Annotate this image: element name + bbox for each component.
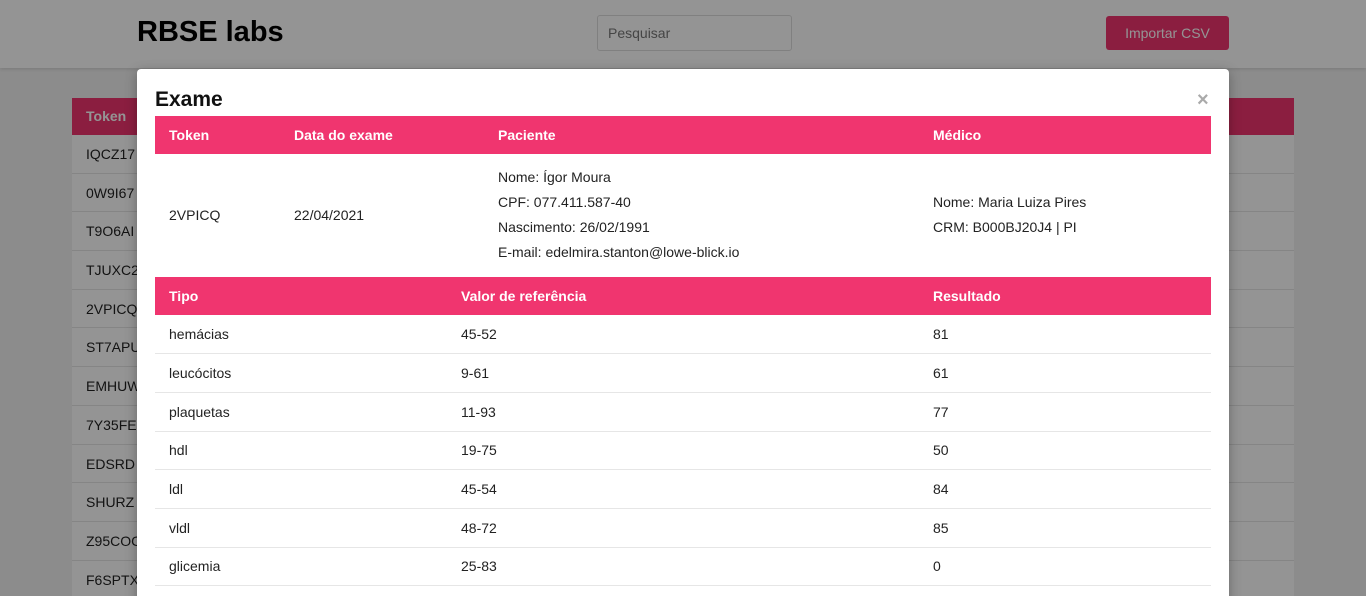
result-row: vldl 48-72 85 <box>155 508 1211 548</box>
header-type: Tipo <box>155 277 447 315</box>
result-row: plaquetas 11-93 77 <box>155 392 1211 432</box>
result-value: 0 <box>919 547 1211 587</box>
close-icon[interactable]: × <box>1197 89 1209 111</box>
results-table: Tipo Valor de referência Resultado hemác… <box>155 277 1211 587</box>
result-reference: 48-72 <box>447 508 919 548</box>
result-type: glicemia <box>155 547 447 587</box>
result-value: 50 <box>919 431 1211 471</box>
result-reference: 11-93 <box>447 392 919 432</box>
header-reference: Valor de referência <box>447 277 919 315</box>
header-token: Token <box>155 116 280 154</box>
header-date: Data do exame <box>280 116 484 154</box>
result-row: hdl 19-75 50 <box>155 431 1211 471</box>
results-body: hemácias 45-52 81 leucócitos 9-61 61 plaquetas… <box>155 315 1211 587</box>
result-type: hemácias <box>155 315 447 355</box>
patient-info: Nome: Ígor Moura CPF: 077.411.587-40 Nas… <box>484 154 919 276</box>
result-type: hdl <box>155 431 447 471</box>
header-patient: Paciente <box>484 116 919 154</box>
header-doctor: Médico <box>919 116 1211 154</box>
result-reference: 45-52 <box>447 315 919 355</box>
result-row: hemácias 45-52 81 <box>155 315 1211 355</box>
result-type: leucócitos <box>155 353 447 393</box>
result-row: leucócitos 9-61 61 <box>155 353 1211 393</box>
exam-info-row: 2VPICQ 22/04/2021 Nome: Ígor Moura CPF: … <box>155 154 1211 276</box>
doctor-info: Nome: Maria Luiza Pires CRM: B000BJ20J4 … <box>919 154 1211 276</box>
patient-name: Nome: Ígor Moura <box>498 169 611 185</box>
exam-modal: Exame × Token Data do exame Paciente Méd… <box>137 69 1229 596</box>
exam-token: 2VPICQ <box>169 207 221 223</box>
result-type: vldl <box>155 508 447 548</box>
result-type: ldl <box>155 469 447 509</box>
result-value: 61 <box>919 353 1211 393</box>
result-value: 77 <box>919 392 1211 432</box>
patient-email: E-mail: edelmira.stanton@lowe-blick.io <box>498 244 740 260</box>
doctor-crm: CRM: B000BJ20J4 | PI <box>933 219 1077 235</box>
result-reference: 19-75 <box>447 431 919 471</box>
modal-title: Exame <box>155 88 223 111</box>
result-value: 84 <box>919 469 1211 509</box>
result-value: 81 <box>919 315 1211 355</box>
result-reference: 25-83 <box>447 547 919 587</box>
result-type: plaquetas <box>155 392 447 432</box>
patient-birth: Nascimento: 26/02/1991 <box>498 219 650 235</box>
doctor-name: Nome: Maria Luiza Pires <box>933 194 1087 210</box>
result-row: ldl 45-54 84 <box>155 469 1211 509</box>
result-reference: 9-61 <box>447 353 919 393</box>
exam-date: 22/04/2021 <box>294 207 365 223</box>
result-row: glicemia 25-83 0 <box>155 547 1211 587</box>
result-value: 85 <box>919 508 1211 548</box>
result-reference: 45-54 <box>447 469 919 509</box>
patient-cpf: CPF: 077.411.587-40 <box>498 194 631 210</box>
header-result: Resultado <box>919 277 1211 315</box>
exam-info-table: Token Data do exame Paciente Médico 2VPI… <box>155 116 1211 276</box>
